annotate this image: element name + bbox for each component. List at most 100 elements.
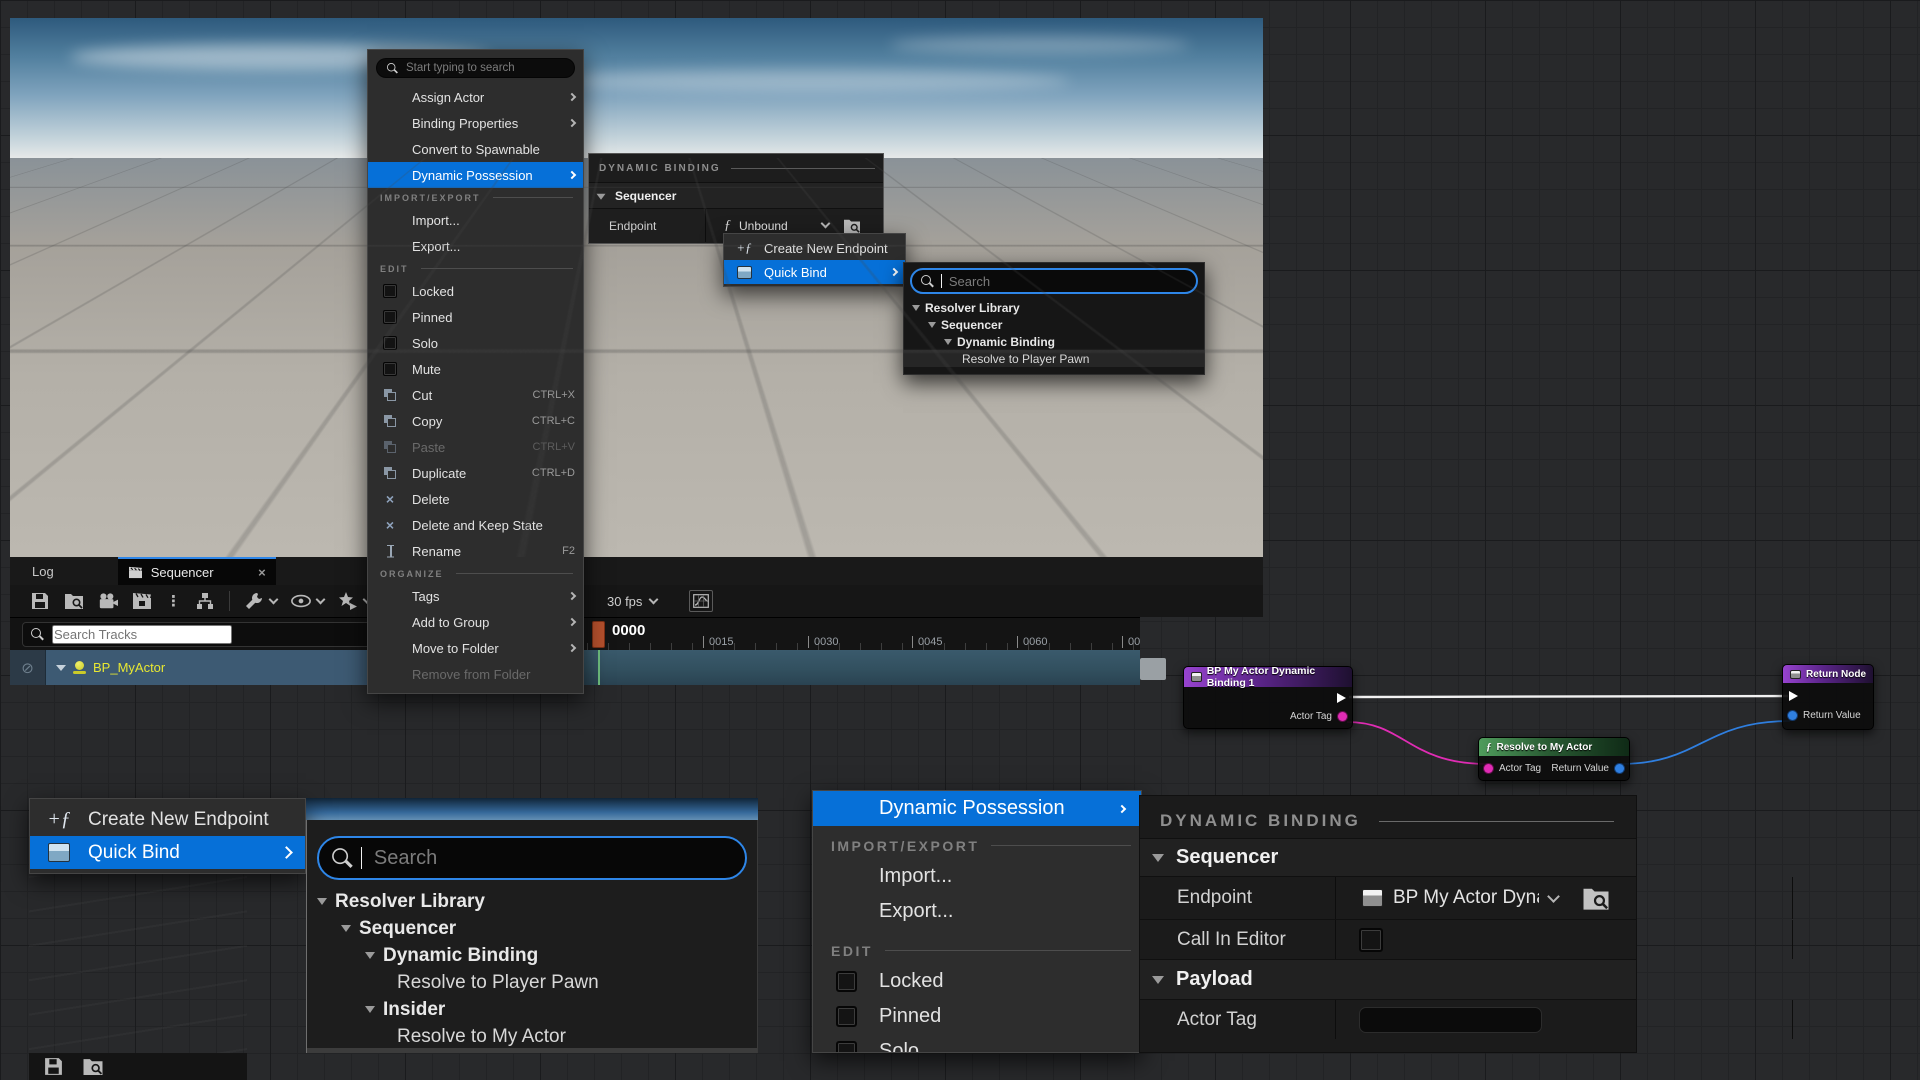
collapse-triangle-icon[interactable] bbox=[341, 925, 351, 937]
panel-tab-bar: Log Sequencer × bbox=[10, 557, 1263, 585]
view-options-dropdown[interactable] bbox=[291, 591, 324, 611]
quick-bind-search-input[interactable] bbox=[949, 274, 1187, 289]
menu-item-solo[interactable]: Solo bbox=[813, 1034, 1141, 1053]
mute-checkbox[interactable] bbox=[383, 362, 397, 376]
tree-item-sequencer[interactable]: Sequencer bbox=[904, 316, 1204, 333]
hierarchy-icon[interactable] bbox=[195, 591, 215, 611]
collapse-triangle-icon[interactable] bbox=[928, 322, 936, 332]
camera-icon[interactable] bbox=[98, 591, 118, 611]
menu-item-create-new-endpoint[interactable]: +ƒ Create New Endpoint bbox=[724, 236, 905, 260]
menu-item-pinned[interactable]: Pinned bbox=[813, 999, 1141, 1034]
menu-item-import[interactable]: Import... bbox=[813, 859, 1141, 894]
locked-checkbox[interactable] bbox=[383, 284, 397, 298]
sequencer-category-row[interactable]: Sequencer bbox=[589, 182, 883, 208]
menu-item-rename[interactable]: RenameF2 bbox=[368, 538, 583, 564]
menu-item-import[interactable]: Import... bbox=[368, 207, 583, 233]
locked-checkbox[interactable] bbox=[836, 971, 857, 992]
playhead-marker[interactable] bbox=[592, 621, 605, 648]
more-options-icon[interactable]: ⋮ bbox=[166, 592, 181, 610]
menu-item-add-to-group[interactable]: Add to Group bbox=[368, 609, 583, 635]
delete-icon: × bbox=[386, 492, 394, 506]
collapse-triangle-icon[interactable] bbox=[944, 339, 952, 349]
section-edit: EDIT bbox=[813, 937, 1141, 964]
endpoint-dropdown[interactable]: BP My Actor Dyna bbox=[1336, 877, 1636, 919]
expand-triangle-icon[interactable] bbox=[56, 665, 66, 676]
collapse-triangle-icon[interactable] bbox=[317, 898, 327, 910]
menu-item-duplicate[interactable]: DuplicateCTRL+D bbox=[368, 460, 583, 486]
curve-editor-button[interactable] bbox=[689, 590, 713, 612]
tree-item-resolve-my-actor[interactable]: Resolve to My Actor bbox=[307, 1023, 757, 1050]
collapse-triangle-icon[interactable] bbox=[912, 305, 920, 315]
collapse-triangle-icon[interactable] bbox=[365, 952, 375, 964]
actor-tag-input-pin[interactable] bbox=[1484, 764, 1493, 773]
quick-bind-search-popup: Resolver Library Sequencer Dynamic Bindi… bbox=[903, 262, 1205, 375]
menu-item-convert-to-spawnable[interactable]: Convert to Spawnable bbox=[368, 136, 583, 162]
rename-icon bbox=[385, 545, 396, 558]
browse-endpoint-icon[interactable] bbox=[1582, 886, 1610, 911]
return-value-output-pin[interactable] bbox=[1615, 764, 1624, 773]
menu-search-input[interactable] bbox=[406, 62, 565, 74]
menu-item-pinned[interactable]: Pinned bbox=[368, 304, 583, 330]
render-movie-icon[interactable] bbox=[132, 591, 152, 611]
exec-output-pin[interactable] bbox=[1337, 693, 1346, 703]
tree-item-resolver-library[interactable]: Resolver Library bbox=[307, 888, 757, 915]
endpoint-dropdown[interactable]: ƒ Unbound bbox=[706, 218, 883, 234]
menu-item-dynamic-possession[interactable]: Dynamic Possession bbox=[813, 791, 1141, 826]
tree-item-resolver-library[interactable]: Resolver Library bbox=[904, 299, 1204, 316]
pinned-checkbox[interactable] bbox=[383, 310, 397, 324]
tab-log[interactable]: Log bbox=[10, 557, 68, 585]
pinned-checkbox[interactable] bbox=[836, 1006, 857, 1027]
menu-item-cut[interactable]: CutCTRL+X bbox=[368, 382, 583, 408]
track-mute-gutter[interactable]: ⊘ bbox=[10, 650, 45, 685]
quick-bind-search-box[interactable] bbox=[317, 836, 747, 880]
solo-checkbox[interactable] bbox=[836, 1041, 857, 1053]
solo-checkbox[interactable] bbox=[383, 336, 397, 350]
menu-item-locked[interactable]: Locked bbox=[368, 278, 583, 304]
collapse-triangle-icon[interactable] bbox=[365, 1006, 375, 1018]
save-icon[interactable] bbox=[30, 591, 50, 611]
menu-search-box[interactable] bbox=[376, 58, 575, 78]
menu-item-copy[interactable]: CopyCTRL+C bbox=[368, 408, 583, 434]
menu-item-quick-bind[interactable]: Quick Bind bbox=[724, 260, 905, 284]
menu-item-create-new-endpoint[interactable]: +ƒ Create New Endpoint bbox=[30, 803, 305, 836]
menu-item-quick-bind[interactable]: Quick Bind bbox=[30, 836, 305, 869]
menu-item-export[interactable]: Export... bbox=[368, 233, 583, 259]
close-tab-icon[interactable]: × bbox=[258, 565, 266, 580]
menu-item-tags[interactable]: Tags bbox=[368, 583, 583, 609]
tree-item-resolve-player-pawn[interactable]: Resolve to Player Pawn bbox=[307, 969, 757, 996]
menu-item-solo[interactable]: Solo bbox=[368, 330, 583, 356]
tree-item-dynamic-binding[interactable]: Dynamic Binding bbox=[307, 942, 757, 969]
payload-category-row[interactable]: Payload bbox=[1140, 959, 1636, 999]
quick-bind-search-box[interactable] bbox=[910, 268, 1198, 294]
tab-sequencer[interactable]: Sequencer × bbox=[118, 557, 276, 585]
menu-item-dynamic-possession[interactable]: Dynamic Possession bbox=[368, 162, 583, 188]
fps-dropdown[interactable]: 30 fps bbox=[607, 594, 657, 609]
tree-item-dynamic-binding[interactable]: Dynamic Binding bbox=[904, 333, 1204, 350]
tree-item-sequencer[interactable]: Sequencer bbox=[307, 915, 757, 942]
menu-item-delete-keep-state[interactable]: ×Delete and Keep State bbox=[368, 512, 583, 538]
menu-item-mute[interactable]: Mute bbox=[368, 356, 583, 382]
tree-item-insider[interactable]: Insider bbox=[307, 996, 757, 1023]
menu-item-move-to-folder[interactable]: Move to Folder bbox=[368, 635, 583, 661]
return-value-input-pin[interactable] bbox=[1788, 711, 1797, 720]
menu-item-export[interactable]: Export... bbox=[813, 894, 1141, 929]
section-edit: EDIT bbox=[368, 259, 583, 278]
node-resolve-to-my-actor[interactable]: ƒ Resolve to My Actor Actor Tag Return V… bbox=[1478, 737, 1630, 781]
menu-item-delete[interactable]: ×Delete bbox=[368, 486, 583, 512]
quick-bind-search-input[interactable] bbox=[374, 847, 736, 870]
actor-tag-input[interactable] bbox=[1359, 1007, 1542, 1033]
call-in-editor-checkbox[interactable] bbox=[1359, 928, 1383, 952]
tree-item-resolve-player-pawn[interactable]: Resolve to Player Pawn bbox=[904, 350, 1204, 367]
search-tracks-input[interactable] bbox=[52, 625, 232, 644]
browse-endpoint-icon[interactable] bbox=[843, 218, 861, 234]
sequencer-category-row[interactable]: Sequencer bbox=[1140, 838, 1636, 876]
tools-dropdown[interactable] bbox=[244, 591, 277, 611]
node-bp-my-actor-dynamic-binding[interactable]: BP My Actor Dynamic Binding 1 Actor Tag bbox=[1183, 666, 1353, 729]
exec-input-pin[interactable] bbox=[1789, 691, 1798, 701]
node-return-node[interactable]: Return Node Return Value bbox=[1782, 664, 1874, 730]
menu-item-assign-actor[interactable]: Assign Actor bbox=[368, 84, 583, 110]
browse-folder-icon[interactable] bbox=[64, 591, 84, 611]
actor-tag-output-pin[interactable] bbox=[1338, 712, 1347, 721]
menu-item-binding-properties[interactable]: Binding Properties bbox=[368, 110, 583, 136]
menu-item-locked[interactable]: Locked bbox=[813, 964, 1141, 999]
